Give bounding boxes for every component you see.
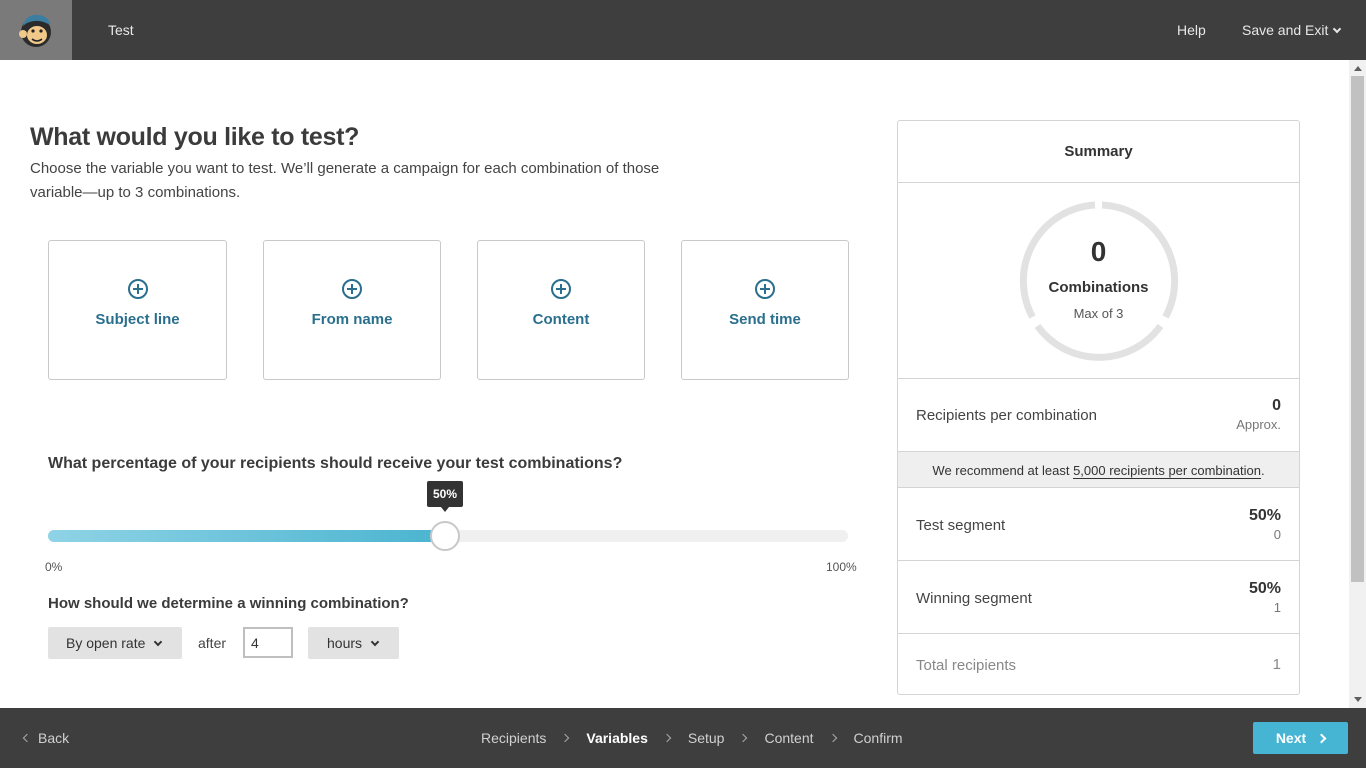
step-content[interactable]: Content [764,730,813,746]
variable-card-subject-line[interactable]: Subject line [48,240,227,380]
chevron-down-icon [154,637,163,646]
recommendation-link[interactable]: 5,000 recipients per combination [1073,463,1261,479]
winning-method-select[interactable]: By open rate [48,627,182,659]
chevron-right-icon [561,733,570,743]
variable-card-content[interactable]: Content [477,240,645,380]
variable-card-label: Send time [729,311,801,328]
step-recipients[interactable]: Recipients [481,730,546,746]
back-button[interactable]: Back [22,730,70,746]
save-and-exit-label: Save and Exit [1242,22,1329,38]
bottom-bar: Back Recipients Variables Setup Content … [0,708,1366,768]
total-recipients-value: 1 [1272,656,1281,673]
recipients-per-combination-value: 0 [1272,397,1281,414]
combinations-label: Combinations [1048,279,1149,296]
chevron-right-icon [662,733,672,743]
variable-card-label: From name [311,311,393,328]
summary-title: Summary [898,121,1299,183]
duration-unit-value: hours [327,635,363,651]
combinations-max: Max of 3 [1073,306,1124,321]
combinations-count: 0 [1090,236,1107,267]
chevron-down-icon [1333,24,1342,33]
logo[interactable] [0,0,72,60]
variable-card-send-time[interactable]: Send time [681,240,849,380]
test-segment-value: 50% [1248,507,1281,524]
recommendation-banner: We recommend at least 5,000 recipients p… [898,451,1299,488]
chevron-right-icon [828,733,837,743]
duration-input[interactable] [243,627,293,658]
slider-max-label: 100% [826,560,857,574]
step-confirm[interactable]: Confirm [854,730,903,746]
duration-unit-select[interactable]: hours [308,627,399,659]
plus-circle-icon [755,279,775,299]
percentage-question: What percentage of your recipients shoul… [48,455,623,472]
chevron-right-icon [739,733,748,743]
slider-value-tooltip: 50% [427,481,463,512]
summary-panel: Summary 0 Combinations Max of 3 Recipien… [897,120,1300,695]
page-description: Choose the variable you want to test. We… [30,160,660,201]
total-recipients-row: Total recipients 1 [898,633,1299,694]
recipients-per-combination-label: Recipients per combination [916,407,1097,424]
chevron-down-icon [370,637,380,646]
recommendation-prefix: We recommend at least [932,463,1074,478]
after-label: after [198,635,227,651]
save-and-exit-menu[interactable]: Save and Exit [1242,22,1342,38]
winning-segment-label: Winning segment [916,590,1032,607]
step-setup[interactable]: Setup [688,730,725,746]
slider-min-label: 0% [45,560,63,574]
help-link[interactable]: Help [1177,22,1206,38]
scroll-down-arrow-icon[interactable] [1354,697,1362,702]
percentage-slider-fill [48,530,448,542]
variable-card-label: Subject line [95,311,180,328]
step-variables[interactable]: Variables [586,730,648,746]
campaign-title: Test [108,22,134,38]
back-label: Back [38,730,70,746]
recipients-per-combination-row: Recipients per combination 0 Approx. [898,378,1299,451]
chevron-left-icon [22,733,32,743]
test-segment-row: Test segment 50% 0 [898,487,1299,560]
plus-circle-icon [551,279,571,299]
percentage-slider-handle[interactable] [430,521,460,551]
winning-question: How should we determine a winning combin… [48,595,409,612]
next-label: Next [1275,730,1307,746]
winning-segment-row: Winning segment 50% 1 [898,560,1299,633]
next-button[interactable]: Next [1253,722,1348,754]
winning-segment-count: 1 [1273,600,1281,615]
scrollbar[interactable] [1349,60,1366,708]
recipients-per-combination-approx: Approx. [1236,417,1281,432]
test-segment-label: Test segment [916,517,1006,534]
variable-card-label: Content [532,311,590,328]
scroll-thumb[interactable] [1351,76,1364,582]
total-recipients-label: Total recipients [916,657,1017,674]
recommendation-suffix: . [1260,463,1265,478]
plus-circle-icon [127,279,148,299]
test-segment-count: 0 [1273,527,1281,542]
page-title: What would you like to test? [30,123,360,151]
wizard-steps: Recipients Variables Setup Content Confi… [481,730,903,746]
plus-circle-icon [342,279,362,299]
top-bar: Test Help Save and Exit [0,0,1366,60]
chevron-right-icon [1316,733,1327,743]
winning-method-value: By open rate [66,635,146,651]
variable-card-from-name[interactable]: From name [263,240,441,380]
scroll-up-arrow-icon[interactable] [1354,66,1362,71]
monkey-logo-icon [19,14,51,47]
winning-segment-value: 50% [1248,580,1281,597]
